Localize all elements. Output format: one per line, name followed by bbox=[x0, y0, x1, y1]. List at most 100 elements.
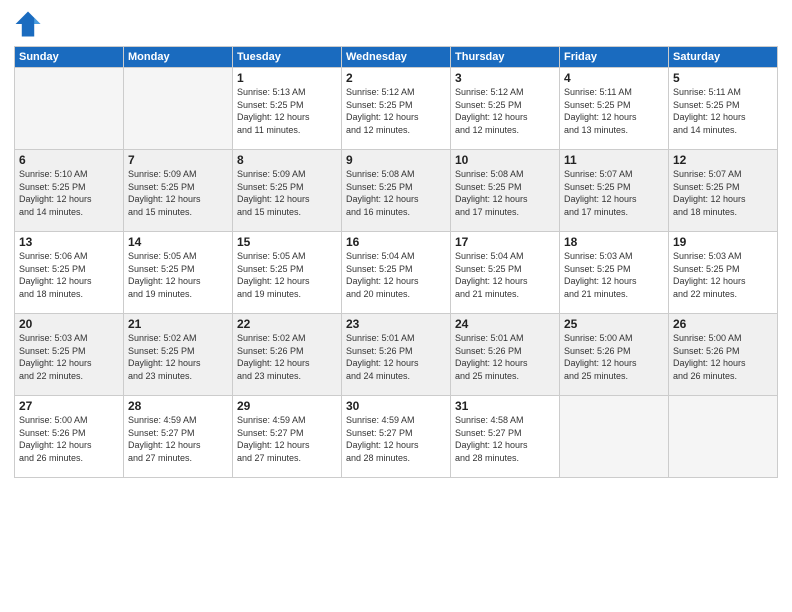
day-info: Sunrise: 4:59 AM Sunset: 5:27 PM Dayligh… bbox=[237, 414, 337, 464]
day-number: 25 bbox=[564, 317, 664, 331]
calendar-cell: 20Sunrise: 5:03 AM Sunset: 5:25 PM Dayli… bbox=[15, 314, 124, 396]
weekday-header-thursday: Thursday bbox=[451, 47, 560, 68]
day-number: 1 bbox=[237, 71, 337, 85]
calendar-week-row: 13Sunrise: 5:06 AM Sunset: 5:25 PM Dayli… bbox=[15, 232, 778, 314]
calendar-cell: 14Sunrise: 5:05 AM Sunset: 5:25 PM Dayli… bbox=[124, 232, 233, 314]
calendar-cell: 9Sunrise: 5:08 AM Sunset: 5:25 PM Daylig… bbox=[342, 150, 451, 232]
day-info: Sunrise: 4:59 AM Sunset: 5:27 PM Dayligh… bbox=[346, 414, 446, 464]
calendar-week-row: 27Sunrise: 5:00 AM Sunset: 5:26 PM Dayli… bbox=[15, 396, 778, 478]
day-number: 8 bbox=[237, 153, 337, 167]
weekday-header-saturday: Saturday bbox=[669, 47, 778, 68]
header bbox=[14, 10, 778, 38]
day-info: Sunrise: 5:09 AM Sunset: 5:25 PM Dayligh… bbox=[237, 168, 337, 218]
day-info: Sunrise: 5:00 AM Sunset: 5:26 PM Dayligh… bbox=[19, 414, 119, 464]
calendar-cell: 7Sunrise: 5:09 AM Sunset: 5:25 PM Daylig… bbox=[124, 150, 233, 232]
calendar-cell: 25Sunrise: 5:00 AM Sunset: 5:26 PM Dayli… bbox=[560, 314, 669, 396]
day-info: Sunrise: 5:07 AM Sunset: 5:25 PM Dayligh… bbox=[673, 168, 773, 218]
day-info: Sunrise: 5:10 AM Sunset: 5:25 PM Dayligh… bbox=[19, 168, 119, 218]
day-number: 13 bbox=[19, 235, 119, 249]
day-number: 7 bbox=[128, 153, 228, 167]
day-number: 28 bbox=[128, 399, 228, 413]
calendar-cell: 22Sunrise: 5:02 AM Sunset: 5:26 PM Dayli… bbox=[233, 314, 342, 396]
day-number: 15 bbox=[237, 235, 337, 249]
calendar-cell: 13Sunrise: 5:06 AM Sunset: 5:25 PM Dayli… bbox=[15, 232, 124, 314]
day-number: 5 bbox=[673, 71, 773, 85]
day-number: 3 bbox=[455, 71, 555, 85]
calendar-cell: 27Sunrise: 5:00 AM Sunset: 5:26 PM Dayli… bbox=[15, 396, 124, 478]
day-number: 24 bbox=[455, 317, 555, 331]
day-number: 22 bbox=[237, 317, 337, 331]
day-number: 27 bbox=[19, 399, 119, 413]
weekday-header-row: SundayMondayTuesdayWednesdayThursdayFrid… bbox=[15, 47, 778, 68]
calendar-cell: 1Sunrise: 5:13 AM Sunset: 5:25 PM Daylig… bbox=[233, 68, 342, 150]
weekday-header-monday: Monday bbox=[124, 47, 233, 68]
day-number: 26 bbox=[673, 317, 773, 331]
calendar-cell bbox=[124, 68, 233, 150]
calendar-cell: 16Sunrise: 5:04 AM Sunset: 5:25 PM Dayli… bbox=[342, 232, 451, 314]
day-info: Sunrise: 5:04 AM Sunset: 5:25 PM Dayligh… bbox=[455, 250, 555, 300]
logo bbox=[14, 10, 46, 38]
calendar-cell: 8Sunrise: 5:09 AM Sunset: 5:25 PM Daylig… bbox=[233, 150, 342, 232]
day-info: Sunrise: 5:08 AM Sunset: 5:25 PM Dayligh… bbox=[455, 168, 555, 218]
day-number: 2 bbox=[346, 71, 446, 85]
day-info: Sunrise: 5:05 AM Sunset: 5:25 PM Dayligh… bbox=[128, 250, 228, 300]
day-info: Sunrise: 5:02 AM Sunset: 5:26 PM Dayligh… bbox=[237, 332, 337, 382]
calendar-cell: 21Sunrise: 5:02 AM Sunset: 5:25 PM Dayli… bbox=[124, 314, 233, 396]
day-number: 6 bbox=[19, 153, 119, 167]
day-number: 9 bbox=[346, 153, 446, 167]
calendar-cell: 26Sunrise: 5:00 AM Sunset: 5:26 PM Dayli… bbox=[669, 314, 778, 396]
day-number: 29 bbox=[237, 399, 337, 413]
weekday-header-friday: Friday bbox=[560, 47, 669, 68]
day-info: Sunrise: 5:00 AM Sunset: 5:26 PM Dayligh… bbox=[564, 332, 664, 382]
calendar-cell: 5Sunrise: 5:11 AM Sunset: 5:25 PM Daylig… bbox=[669, 68, 778, 150]
weekday-header-tuesday: Tuesday bbox=[233, 47, 342, 68]
day-info: Sunrise: 4:59 AM Sunset: 5:27 PM Dayligh… bbox=[128, 414, 228, 464]
calendar-cell: 29Sunrise: 4:59 AM Sunset: 5:27 PM Dayli… bbox=[233, 396, 342, 478]
day-info: Sunrise: 5:03 AM Sunset: 5:25 PM Dayligh… bbox=[673, 250, 773, 300]
day-info: Sunrise: 5:03 AM Sunset: 5:25 PM Dayligh… bbox=[19, 332, 119, 382]
calendar-page: SundayMondayTuesdayWednesdayThursdayFrid… bbox=[0, 0, 792, 612]
calendar-cell: 30Sunrise: 4:59 AM Sunset: 5:27 PM Dayli… bbox=[342, 396, 451, 478]
day-number: 11 bbox=[564, 153, 664, 167]
calendar-cell: 23Sunrise: 5:01 AM Sunset: 5:26 PM Dayli… bbox=[342, 314, 451, 396]
day-info: Sunrise: 4:58 AM Sunset: 5:27 PM Dayligh… bbox=[455, 414, 555, 464]
calendar-table: SundayMondayTuesdayWednesdayThursdayFrid… bbox=[14, 46, 778, 478]
calendar-cell bbox=[669, 396, 778, 478]
calendar-cell: 3Sunrise: 5:12 AM Sunset: 5:25 PM Daylig… bbox=[451, 68, 560, 150]
calendar-cell bbox=[15, 68, 124, 150]
day-info: Sunrise: 5:01 AM Sunset: 5:26 PM Dayligh… bbox=[346, 332, 446, 382]
calendar-cell: 18Sunrise: 5:03 AM Sunset: 5:25 PM Dayli… bbox=[560, 232, 669, 314]
day-info: Sunrise: 5:12 AM Sunset: 5:25 PM Dayligh… bbox=[346, 86, 446, 136]
weekday-header-sunday: Sunday bbox=[15, 47, 124, 68]
day-info: Sunrise: 5:02 AM Sunset: 5:25 PM Dayligh… bbox=[128, 332, 228, 382]
calendar-cell: 4Sunrise: 5:11 AM Sunset: 5:25 PM Daylig… bbox=[560, 68, 669, 150]
calendar-cell: 6Sunrise: 5:10 AM Sunset: 5:25 PM Daylig… bbox=[15, 150, 124, 232]
calendar-cell: 12Sunrise: 5:07 AM Sunset: 5:25 PM Dayli… bbox=[669, 150, 778, 232]
day-number: 23 bbox=[346, 317, 446, 331]
day-number: 10 bbox=[455, 153, 555, 167]
day-number: 19 bbox=[673, 235, 773, 249]
calendar-cell: 24Sunrise: 5:01 AM Sunset: 5:26 PM Dayli… bbox=[451, 314, 560, 396]
day-number: 20 bbox=[19, 317, 119, 331]
calendar-cell: 17Sunrise: 5:04 AM Sunset: 5:25 PM Dayli… bbox=[451, 232, 560, 314]
calendar-week-row: 1Sunrise: 5:13 AM Sunset: 5:25 PM Daylig… bbox=[15, 68, 778, 150]
calendar-cell: 31Sunrise: 4:58 AM Sunset: 5:27 PM Dayli… bbox=[451, 396, 560, 478]
day-number: 30 bbox=[346, 399, 446, 413]
day-info: Sunrise: 5:03 AM Sunset: 5:25 PM Dayligh… bbox=[564, 250, 664, 300]
day-number: 21 bbox=[128, 317, 228, 331]
calendar-cell: 19Sunrise: 5:03 AM Sunset: 5:25 PM Dayli… bbox=[669, 232, 778, 314]
day-number: 12 bbox=[673, 153, 773, 167]
day-info: Sunrise: 5:12 AM Sunset: 5:25 PM Dayligh… bbox=[455, 86, 555, 136]
day-number: 17 bbox=[455, 235, 555, 249]
calendar-week-row: 6Sunrise: 5:10 AM Sunset: 5:25 PM Daylig… bbox=[15, 150, 778, 232]
weekday-header-wednesday: Wednesday bbox=[342, 47, 451, 68]
day-info: Sunrise: 5:06 AM Sunset: 5:25 PM Dayligh… bbox=[19, 250, 119, 300]
day-info: Sunrise: 5:04 AM Sunset: 5:25 PM Dayligh… bbox=[346, 250, 446, 300]
day-number: 16 bbox=[346, 235, 446, 249]
calendar-cell: 28Sunrise: 4:59 AM Sunset: 5:27 PM Dayli… bbox=[124, 396, 233, 478]
calendar-cell: 11Sunrise: 5:07 AM Sunset: 5:25 PM Dayli… bbox=[560, 150, 669, 232]
day-info: Sunrise: 5:09 AM Sunset: 5:25 PM Dayligh… bbox=[128, 168, 228, 218]
day-info: Sunrise: 5:01 AM Sunset: 5:26 PM Dayligh… bbox=[455, 332, 555, 382]
day-number: 31 bbox=[455, 399, 555, 413]
calendar-cell bbox=[560, 396, 669, 478]
